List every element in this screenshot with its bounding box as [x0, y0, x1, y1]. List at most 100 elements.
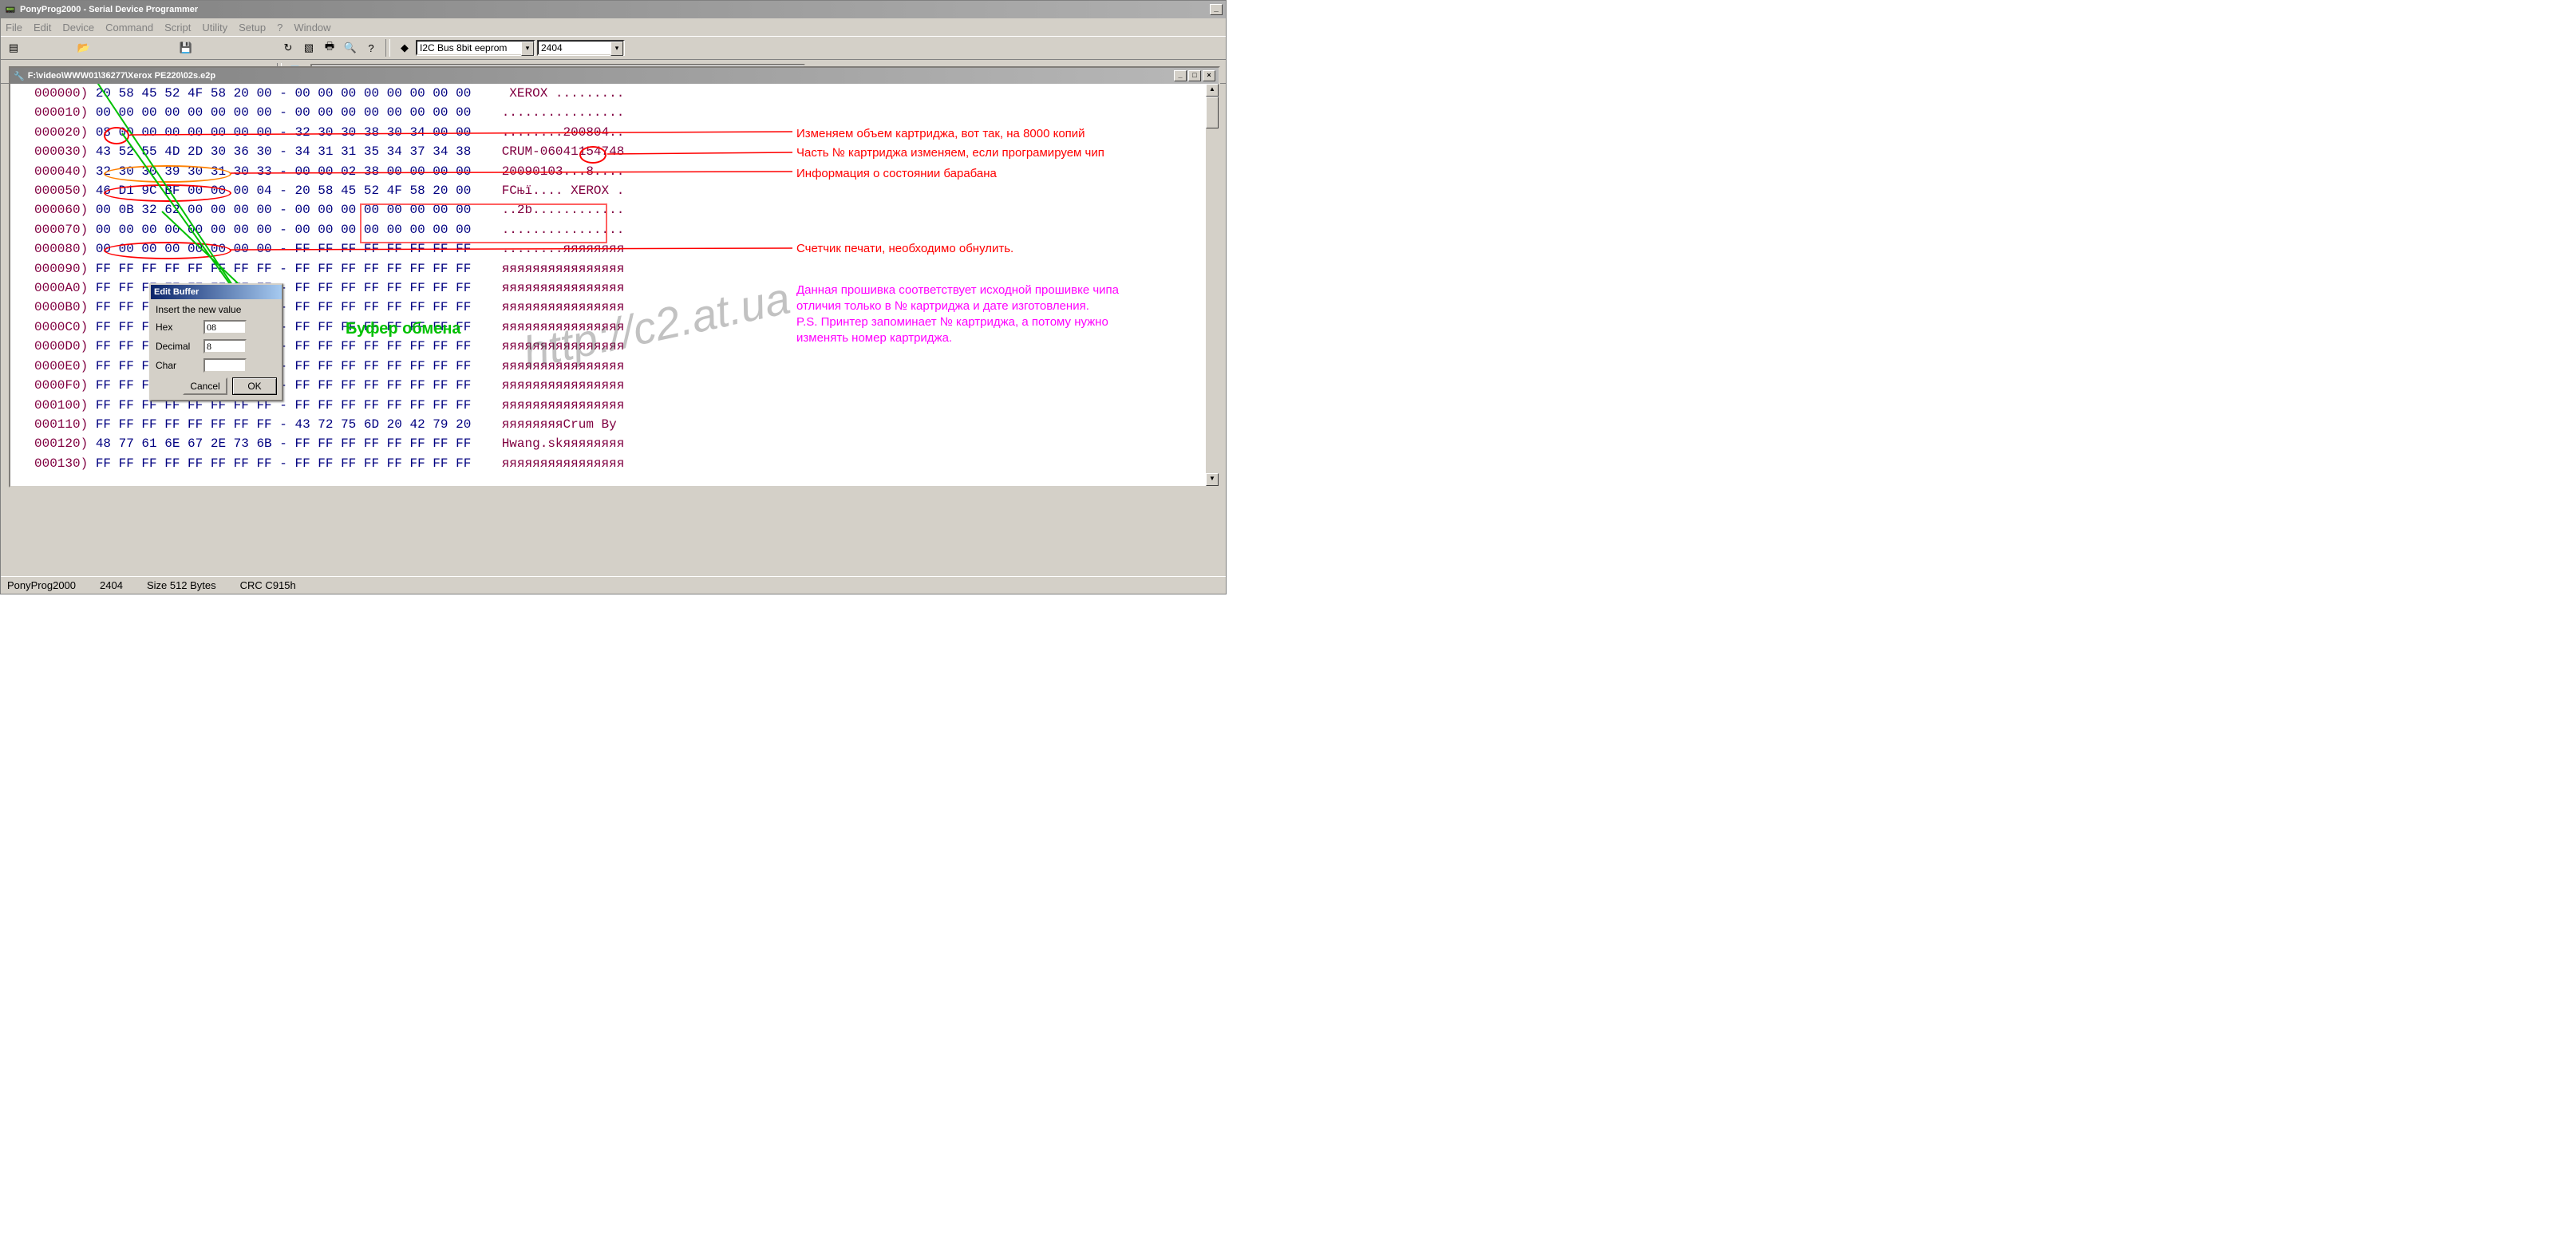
hex-row[interactable]: 000090) FF FF FF FF FF FF FF FF - FF FF …	[10, 259, 1219, 278]
hex-address: 0000A0)	[34, 281, 88, 295]
hex-bytes[interactable]: 00 00 00 00 00 00 00 00 - 00 00 00 00 00…	[88, 223, 471, 237]
hex-input[interactable]	[203, 320, 247, 334]
ok-button[interactable]: OK	[232, 377, 277, 395]
dialog-instruction: Insert the new value	[156, 304, 277, 315]
hex-address: 000040)	[34, 164, 88, 179]
app-title: PonyProg2000 - Serial Device Programmer	[20, 5, 198, 14]
device-select[interactable]: 2404	[537, 40, 625, 56]
menu-script[interactable]: Script	[164, 22, 191, 34]
menu-edit[interactable]: Edit	[34, 22, 51, 34]
anno-cartridge-number: Часть № картриджа изменяем, если програм…	[796, 146, 1104, 160]
hex-address: 000020)	[34, 125, 88, 140]
hex-bytes[interactable]: 48 77 61 6E 67 2E 73 6B - FF FF FF FF FF…	[88, 436, 471, 451]
child-maximize-button[interactable]: □	[1188, 70, 1201, 81]
anno-print-counter: Счетчик печати, необходимо обнулить.	[796, 242, 1013, 255]
hex-row[interactable]: 000080) 00 00 00 00 00 00 00 00 - FF FF …	[10, 239, 1219, 259]
vertical-scrollbar[interactable]: ▲ ▼	[1206, 84, 1219, 486]
status-crc: CRC C915h	[240, 579, 296, 591]
hex-address: 0000D0)	[34, 339, 88, 353]
help-icon[interactable]: ?	[362, 39, 381, 57]
hex-ascii: ................	[471, 105, 624, 120]
scroll-down-button[interactable]: ▼	[1206, 473, 1219, 486]
hex-bytes[interactable]: 00 0B 32 62 00 00 00 00 - 00 00 00 00 00…	[88, 203, 471, 217]
hex-address: 000120)	[34, 436, 88, 451]
anno-cartridge-volume: Изменяем объем картриджа, вот так, на 80…	[796, 127, 1085, 140]
scroll-up-button[interactable]: ▲	[1206, 84, 1219, 97]
decimal-label: Decimal	[156, 341, 199, 352]
open-icon[interactable]: 📂	[74, 39, 93, 57]
hex-bytes[interactable]: FF FF FF FF FF FF FF FF - 43 72 75 6D 20…	[88, 417, 471, 432]
hex-ascii: Hwang.skяяяяяяяя	[471, 436, 624, 451]
hex-address: 000000)	[34, 86, 88, 101]
hex-row[interactable]: 000010) 00 00 00 00 00 00 00 00 - 00 00 …	[10, 103, 1219, 122]
edit-buffer-dialog: Edit Buffer Insert the new value Hex Dec…	[149, 283, 283, 401]
menubar: File Edit Device Command Script Utility …	[1, 18, 1226, 36]
child-close-button[interactable]: ×	[1203, 70, 1215, 81]
decimal-input[interactable]	[203, 339, 247, 353]
hex-address: 000030)	[34, 144, 88, 159]
hex-ascii: яяяяяяяяяяяяяяяя	[471, 300, 624, 314]
menu-command[interactable]: Command	[105, 22, 153, 34]
hex-bytes[interactable]: 43 52 55 4D 2D 30 36 30 - 34 31 31 35 34…	[88, 144, 471, 159]
hex-bytes[interactable]: 46 D1 9C BF 00 00 00 04 - 20 58 45 52 4F…	[88, 184, 471, 198]
hex-bytes[interactable]: 20 58 45 52 4F 58 20 00 - 00 00 00 00 00…	[88, 86, 471, 101]
bus-select[interactable]: I2C Bus 8bit eeprom	[416, 40, 535, 56]
status-device: 2404	[100, 579, 123, 591]
cancel-button[interactable]: Cancel	[183, 377, 227, 395]
minimize-button[interactable]: _	[1210, 4, 1223, 15]
anno-drum-info: Информация о состоянии барабана	[796, 167, 997, 180]
anno-buffer: Буфер обмена	[346, 320, 461, 338]
hex-ascii: яяяяяяяяяяяяяяяя	[471, 339, 624, 353]
menu-device[interactable]: Device	[62, 22, 94, 34]
hex-editor-window: 🔧 F:\video\WWW01\36277\Xerox PE220\02s.e…	[9, 66, 1220, 488]
scroll-thumb[interactable]	[1206, 97, 1219, 128]
save-icon[interactable]: 💾	[176, 39, 196, 57]
hex-row[interactable]: 000070) 00 00 00 00 00 00 00 00 - 00 00 …	[10, 220, 1219, 239]
char-input[interactable]	[203, 358, 247, 373]
child-minimize-button[interactable]: _	[1174, 70, 1187, 81]
menu-window[interactable]: Window	[294, 22, 330, 34]
hex-bytes[interactable]: 00 00 00 00 00 00 00 00 - FF FF FF FF FF…	[88, 242, 471, 256]
menu-setup[interactable]: Setup	[239, 22, 266, 34]
hex-address: 000090)	[34, 262, 88, 276]
zoom-icon[interactable]: 🔍	[341, 39, 360, 57]
hex-bytes[interactable]: 08 00 00 00 00 00 00 00 - 32 30 30 38 30…	[88, 125, 471, 140]
hex-address: 000130)	[34, 456, 88, 471]
hex-address: 000070)	[34, 223, 88, 237]
hex-bytes[interactable]: FF FF FF FF FF FF FF FF - FF FF FF FF FF…	[88, 262, 471, 276]
hex-label: Hex	[156, 322, 199, 333]
reload-icon[interactable]: ↻	[279, 39, 298, 57]
anno-firmware-1: Данная прошивка соответствует исходной п…	[796, 283, 1119, 297]
hex-bytes[interactable]: 32 30 30 39 30 31 30 33 - 00 00 02 38 00…	[88, 164, 471, 179]
hex-row[interactable]: 000130) FF FF FF FF FF FF FF FF - FF FF …	[10, 454, 1219, 473]
hex-ascii: яяяяяяяяяяяяяяяя	[471, 281, 624, 295]
hex-row[interactable]: 000110) FF FF FF FF FF FF FF FF - 43 72 …	[10, 415, 1219, 434]
status-size: Size 512 Bytes	[147, 579, 216, 591]
hex-row[interactable]: 000120) 48 77 61 6E 67 2E 73 6B - FF FF …	[10, 434, 1219, 453]
hex-bytes[interactable]: 00 00 00 00 00 00 00 00 - 00 00 00 00 00…	[88, 105, 471, 120]
char-label: Char	[156, 360, 199, 371]
hex-address: 0000C0)	[34, 320, 88, 334]
print-icon[interactable]: 🖶	[320, 39, 339, 57]
hex-address: 000080)	[34, 242, 88, 256]
device-select-value: 2404	[541, 42, 563, 53]
status-app: PonyProg2000	[7, 579, 76, 591]
chip-icon[interactable]: ◆	[395, 39, 414, 57]
menu-help[interactable]: ?	[277, 22, 282, 34]
readall-icon[interactable]: ▧	[299, 39, 318, 57]
hex-row[interactable]: 000040) 32 30 30 39 30 31 30 33 - 00 00 …	[10, 162, 1219, 181]
hex-address: 0000B0)	[34, 300, 88, 314]
hex-bytes[interactable]: FF FF FF FF FF FF FF FF - FF FF FF FF FF…	[88, 456, 471, 471]
hex-ascii: ................	[471, 223, 624, 237]
hex-row[interactable]: 000000) 20 58 45 52 4F 58 20 00 - 00 00 …	[10, 84, 1219, 103]
hex-viewport[interactable]: 000000) 20 58 45 52 4F 58 20 00 - 00 00 …	[10, 84, 1219, 486]
dialog-title: Edit Buffer	[151, 285, 282, 299]
hex-row[interactable]: 000050) 46 D1 9C BF 00 00 00 04 - 20 58 …	[10, 181, 1219, 200]
chip-small-icon: 🔧	[14, 71, 25, 81]
menu-utility[interactable]: Utility	[202, 22, 227, 34]
new-icon[interactable]: ▤	[4, 39, 23, 57]
hex-row[interactable]: 000060) 00 0B 32 62 00 00 00 00 - 00 00 …	[10, 200, 1219, 219]
app-icon: 📟	[4, 3, 17, 16]
menu-file[interactable]: File	[6, 22, 22, 34]
hex-ascii: яяяяяяяяяяяяяяяя	[471, 456, 624, 471]
